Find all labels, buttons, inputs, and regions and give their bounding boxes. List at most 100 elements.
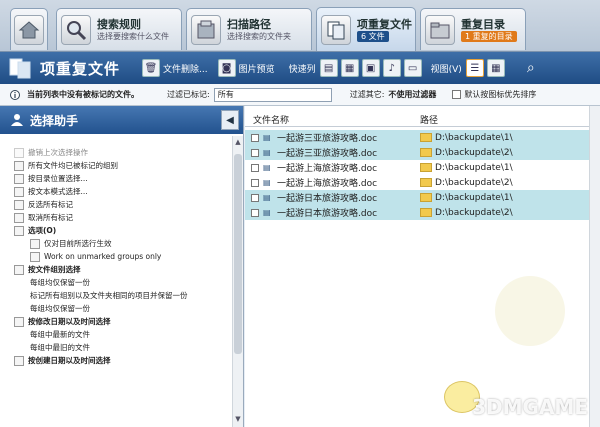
view-grid-icon[interactable]: ▦ <box>486 59 505 77</box>
row-checkbox[interactable] <box>251 163 259 172</box>
assistant-option[interactable]: 撤销上次选择操作 <box>0 146 230 159</box>
tab-duplicate-folders[interactable]: 重复目录 1 重复的目录 <box>420 8 526 50</box>
duplicate-folder-icon <box>425 14 455 45</box>
collapse-panel-button[interactable]: ◀ <box>221 110 239 130</box>
assistant-option[interactable]: 按目录位置选择... <box>0 172 230 185</box>
duplicate-files-list: 文件名称 路径 ▤ 一起游三亚旅游攻略.doc D:\backupdate\1\ ▤ 一… <box>245 106 600 427</box>
table-row[interactable]: ▤ 一起游三亚旅游攻略.doc D:\backupdate\2\ <box>245 145 595 160</box>
file-name: 一起游三亚旅游攻略.doc <box>277 149 378 159</box>
autoselect-checkbox[interactable] <box>452 90 462 99</box>
tab-strip: 搜索规则 选择要搜索什么文件 扫描路径 选择搜索的文件夹 项重复文件 6 文件 … <box>0 0 600 52</box>
file-path: D:\backupdate\2\ <box>435 147 513 158</box>
file-path: D:\backupdate\1\ <box>435 132 513 143</box>
assistant-option-label: 每组均仅保留一份 <box>30 304 90 313</box>
filetype-image-icon[interactable]: ▦ <box>340 59 359 77</box>
row-checkbox[interactable] <box>251 208 259 217</box>
option-icon <box>14 316 24 327</box>
filetype-music-icon[interactable]: ♪ <box>382 59 401 77</box>
file-path: D:\backupdate\2\ <box>435 207 513 218</box>
scroll-down-icon[interactable]: ▼ <box>233 415 243 425</box>
assistant-option-label: 按修改日期以及时间选择 <box>28 317 111 326</box>
doc-file-icon: ▤ <box>263 177 271 187</box>
filetype-video-icon[interactable]: ▣ <box>361 59 380 77</box>
table-row[interactable]: ▤ 一起游三亚旅游攻略.doc D:\backupdate\1\ <box>245 130 595 145</box>
assistant-option-label: 仅对目前所选行生效 <box>44 239 112 248</box>
assistant-option[interactable]: 仅对目前所选行生效 <box>0 237 230 250</box>
assistant-option-label: 取消所有标记 <box>28 213 73 222</box>
search-icon[interactable]: ⌕ <box>522 59 540 77</box>
assistant-option[interactable]: 反选所有标记 <box>0 198 230 211</box>
folder-icon <box>420 193 432 202</box>
scrollbar-thumb[interactable] <box>234 154 242 354</box>
doc-file-icon: ▤ <box>263 147 271 157</box>
filetype-document-icon[interactable]: ▤ <box>319 59 338 77</box>
duplicate-folders-badge: 1 重复的目录 <box>461 30 517 42</box>
view-list-icon[interactable]: ☰ <box>465 59 484 77</box>
filter-marked-label: 过滤已标记: <box>167 90 210 99</box>
checkbox-icon <box>30 251 40 262</box>
duplicate-files-icon <box>321 14 351 45</box>
row-checkbox[interactable] <box>251 193 259 202</box>
table-row[interactable]: ▤ 一起游日本旅游攻略.doc D:\backupdate\1\ <box>245 190 595 205</box>
image-preview-button[interactable]: ◙ 图片预览 <box>217 59 275 77</box>
row-checkbox[interactable] <box>251 133 259 142</box>
list-header: 文件名称 路径 <box>245 112 595 127</box>
tab-scan-path[interactable]: 扫描路径 选择搜索的文件夹 <box>186 8 312 50</box>
assistant-option: 选项(O) <box>0 224 230 237</box>
assistant-option-label: 按文本模式选择... <box>28 187 88 196</box>
tab-duplicate-files-title: 项重复文件 <box>357 17 412 31</box>
assistant-option-label: 每组中最新的文件 <box>30 330 90 339</box>
assistant-option[interactable]: 所有文件均已被标记的组别 <box>0 159 230 172</box>
watermark-text: 3DMGAME <box>472 395 588 419</box>
assistant-option[interactable]: Work on unmarked groups only <box>0 250 230 263</box>
table-row[interactable]: ▤ 一起游日本旅游攻略.doc D:\backupdate\2\ <box>245 205 595 220</box>
assistant-option[interactable]: 每组均仅保留一份 <box>0 276 230 289</box>
file-name: 一起游三亚旅游攻略.doc <box>277 134 378 144</box>
doc-file-icon: ▤ <box>263 207 271 217</box>
assistant-option[interactable]: 每组中最新的文件 <box>0 328 230 341</box>
toolbar: 项重复文件 🗑 文件删除... ◙ 图片预览 快速列 ▤ ▦ ▣ ♪ ▭ 视图(… <box>0 52 600 84</box>
left-scrollbar[interactable]: ▲ ▼ <box>232 136 243 427</box>
tab-duplicate-files[interactable]: 项重复文件 6 文件 <box>316 7 416 51</box>
file-name: 一起游日本旅游攻略.doc <box>277 194 378 204</box>
trash-icon: 🗑 <box>142 59 161 77</box>
assistant-option[interactable]: 标记所有组别以及文件夹相同的项目并保留一份 <box>0 289 230 302</box>
assistant-option[interactable]: 按文本模式选择... <box>0 185 230 198</box>
tab-home[interactable] <box>10 8 48 50</box>
filter-bar: 当前列表中没有被标记的文件。 过滤已标记: 所有 过滤其它: 不使用过滤器 默认… <box>0 84 600 106</box>
row-checkbox[interactable] <box>251 178 259 187</box>
table-row[interactable]: ▤ 一起游上海旅游攻略.doc D:\backupdate\2\ <box>245 175 595 190</box>
right-scrollbar[interactable] <box>589 106 600 427</box>
folder-icon <box>420 133 432 142</box>
tab-scan-path-title: 扫描路径 <box>227 17 271 31</box>
info-icon <box>10 89 20 100</box>
option-icon <box>14 199 24 210</box>
table-row[interactable]: ▤ 一起游上海旅游攻略.doc D:\backupdate\1\ <box>245 160 595 175</box>
assistant-option-label: 所有文件均已被标记的组别 <box>28 161 118 170</box>
tab-search-rules[interactable]: 搜索规则 选择要搜索什么文件 <box>56 8 182 50</box>
filter-other-value[interactable]: 不使用过滤器 <box>388 89 436 100</box>
assistant-option[interactable]: 每组中最旧的文件 <box>0 341 230 354</box>
selection-assistant-panel: 选择助手 ◀ 撤销上次选择操作 所有文件均已被标记的组别 按目录位置选择... 按文本… <box>0 106 244 427</box>
filetype-other-icon[interactable]: ▭ <box>403 59 422 77</box>
delete-files-label: 文件删除... <box>163 64 208 75</box>
assistant-option-label: 按文件组别选择 <box>28 265 81 274</box>
option-icon <box>14 212 24 223</box>
filter-marked-select[interactable]: 所有 <box>213 87 332 102</box>
magnifier-icon <box>61 14 91 45</box>
home-icon <box>14 14 44 45</box>
delete-files-button[interactable]: 🗑 文件删除... <box>142 59 208 77</box>
duplicate-files-badge: 6 文件 <box>357 30 389 42</box>
assistant-option: 按创建日期以及时间选择 <box>0 354 230 367</box>
option-icon <box>14 160 24 171</box>
scroll-up-icon[interactable]: ▲ <box>233 138 243 148</box>
row-checkbox[interactable] <box>251 148 259 157</box>
column-filename[interactable]: 文件名称 <box>253 113 289 126</box>
doc-file-icon: ▤ <box>263 132 271 142</box>
folder-icon <box>420 148 432 157</box>
column-path[interactable]: 路径 <box>420 113 438 126</box>
file-name: 一起游日本旅游攻略.doc <box>277 209 378 219</box>
assistant-option[interactable]: 每组均仅保留一份 <box>0 302 230 315</box>
assistant-option[interactable]: 取消所有标记 <box>0 211 230 224</box>
doc-file-icon: ▤ <box>263 162 271 172</box>
